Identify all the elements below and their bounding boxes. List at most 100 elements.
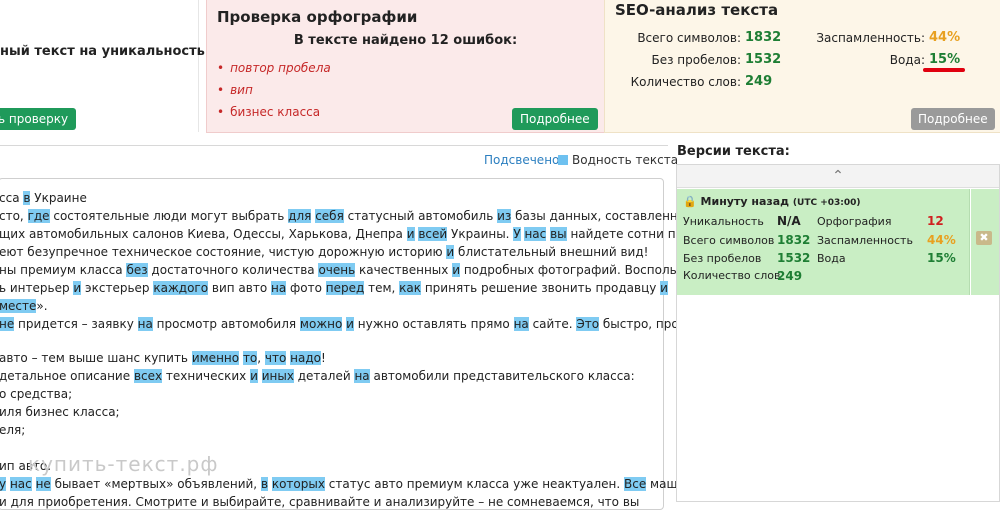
error-text: повтор пробела <box>230 61 331 75</box>
text-line: еля; <box>0 423 25 437</box>
seo-no-spaces-value: 1532 <box>745 52 782 67</box>
seo-total-chars-value: 1832 <box>745 30 782 45</box>
text-segment: достаточного количества <box>147 263 319 277</box>
highlight-mode[interactable]: Водность текста <box>572 153 678 167</box>
error-text: бизнес класса <box>230 105 321 119</box>
version-uniq-value: N/A <box>777 214 801 228</box>
text-line: авто – тем выше шанс купить именно то, ч… <box>0 351 326 365</box>
highlighted-word: где <box>27 209 50 223</box>
version-item[interactable]: 🔒 Минуту назад (UTC +03:00) Уникальность… <box>677 189 970 295</box>
text-segment: принять решение звонить продавцу <box>421 281 661 295</box>
text-segment: ! <box>321 351 326 365</box>
versions-title: Версии текста: <box>677 144 790 159</box>
seo-words-value: 249 <box>745 74 773 89</box>
version-side: ✖ <box>971 189 999 295</box>
text-segment: блистательный внешний вид! <box>454 245 649 259</box>
text-segment: ». <box>36 299 48 313</box>
text-segment: придется – заявку <box>14 317 138 331</box>
highlight-swatch-icon <box>558 155 568 165</box>
text-line: сто, где состоятельные люди могут выбрат… <box>0 209 711 223</box>
version-time: 🔒 Минуту назад (UTC +03:00) <box>683 195 861 208</box>
text-segment: детальное описание <box>0 369 134 383</box>
text-segment <box>32 477 36 491</box>
highlighted-word: У <box>513 227 521 241</box>
spelling-error-item[interactable]: • вип <box>217 83 253 97</box>
spelling-details-button[interactable]: Подробнее <box>512 108 598 130</box>
watermark: купить-текст.рф <box>28 452 219 476</box>
text-segment: нужно оставлять прямо <box>353 317 514 331</box>
text-segment: cса <box>0 191 24 205</box>
version-uniq-label: Уникальность <box>683 215 764 228</box>
text-segment: просмотр автомобиля <box>152 317 300 331</box>
highlighted-word: себя <box>315 209 344 223</box>
spelling-error-item[interactable]: • повтор пробела <box>217 61 331 75</box>
highlight-label[interactable]: Подсвечено: <box>484 153 563 167</box>
seo-water-label: Вода: <box>889 53 925 67</box>
text-segment: Украины. <box>447 227 514 241</box>
text-segment: технических <box>162 369 251 383</box>
seo-words-label: Количество слов: <box>630 75 741 89</box>
highlighted-word: и <box>452 263 460 277</box>
text-segment: еля; <box>0 423 26 437</box>
version-nospace-value: 1532 <box>777 251 811 265</box>
text-segment: состоятельные люди могут выбрать <box>49 209 289 223</box>
seo-spam-label: Заспамленность: <box>816 31 925 45</box>
highlighted-word: не <box>35 477 51 491</box>
highlighted-word: не <box>0 317 15 331</box>
highlighted-word: всех <box>133 369 163 383</box>
text-segment: ь интерьер <box>0 281 74 295</box>
text-segment: Украине <box>30 191 87 205</box>
text-segment: автомобили представительского класса: <box>369 369 635 383</box>
text-segment: авто – тем выше шанс купить <box>0 351 192 365</box>
start-check-button[interactable]: ь проверку <box>0 108 77 130</box>
text-line: месте». <box>0 299 48 313</box>
highlighted-word: на <box>513 317 529 331</box>
highlighted-word: в <box>260 477 269 491</box>
version-spam-value: 44% <box>927 233 956 247</box>
spelling-error-item[interactable]: • бизнес класса <box>217 105 320 119</box>
version-words-value: 249 <box>777 269 803 283</box>
text-segment: статус авто премиум класса уже неактуале… <box>324 477 625 491</box>
text-segment: вип авто <box>208 281 271 295</box>
text-segment: и для приобретения. Смотрите и выбирайте… <box>0 495 640 509</box>
version-words-label: Количество слов <box>683 269 781 282</box>
seo-details-button[interactable]: Подробнее <box>911 108 995 130</box>
version-total-value: 1832 <box>777 233 811 247</box>
version-spell-label: Орфография <box>817 215 892 228</box>
text-segment: бывает «мертвых» объявлений, <box>50 477 261 491</box>
version-water-label: Вода <box>817 252 846 265</box>
version-total-label: Всего символов <box>683 234 775 247</box>
text-line: не придется – заявку на просмотр автомоб… <box>0 317 712 331</box>
text-segment: ны премиум класса <box>0 263 127 277</box>
highlighted-word: вы <box>550 227 567 241</box>
highlighted-word: без <box>126 263 148 277</box>
highlighted-word: месте <box>0 299 37 313</box>
delete-version-icon[interactable]: ✖ <box>976 231 992 245</box>
text-segment: еют безупречное техническое состояние, ч… <box>0 245 447 259</box>
highlighted-word: на <box>137 317 153 331</box>
bullet-icon: • <box>217 83 225 97</box>
seo-total-chars-label: Всего символов: <box>637 31 741 45</box>
highlighted-word: перед <box>325 281 365 295</box>
highlighted-word: надо <box>290 351 322 365</box>
highlighted-word: очень <box>318 263 356 277</box>
seo-no-spaces-label: Без пробелов: <box>651 53 741 67</box>
versions-panel: ⌃ 🔒 Минуту назад (UTC +03:00) Уникальнос… <box>676 164 1000 502</box>
text-line: еют безупречное техническое состояние, ч… <box>0 245 648 259</box>
bullet-icon: • <box>217 105 225 119</box>
spelling-panel: Проверка орфографии В тексте найдено 12 … <box>206 0 605 133</box>
divider <box>0 145 668 146</box>
uniqueness-panel: ный текст на уникальность. ь проверку <box>0 0 210 132</box>
highlighted-word: каждого <box>153 281 209 295</box>
highlighted-word: на <box>270 281 287 295</box>
highlighted-word: нас <box>9 477 32 491</box>
spelling-summary: В тексте найдено 12 ошибок: <box>293 33 518 48</box>
bullet-icon: • <box>217 61 225 75</box>
highlighted-word: и <box>346 317 354 331</box>
highlighted-word: для <box>288 209 312 223</box>
scroll-up-icon[interactable]: ⌃ <box>677 165 999 188</box>
highlighted-word: иных <box>261 369 294 383</box>
highlighted-word: можно <box>299 317 343 331</box>
highlighted-word: Это <box>576 317 600 331</box>
highlighted-word: нас <box>524 227 547 241</box>
